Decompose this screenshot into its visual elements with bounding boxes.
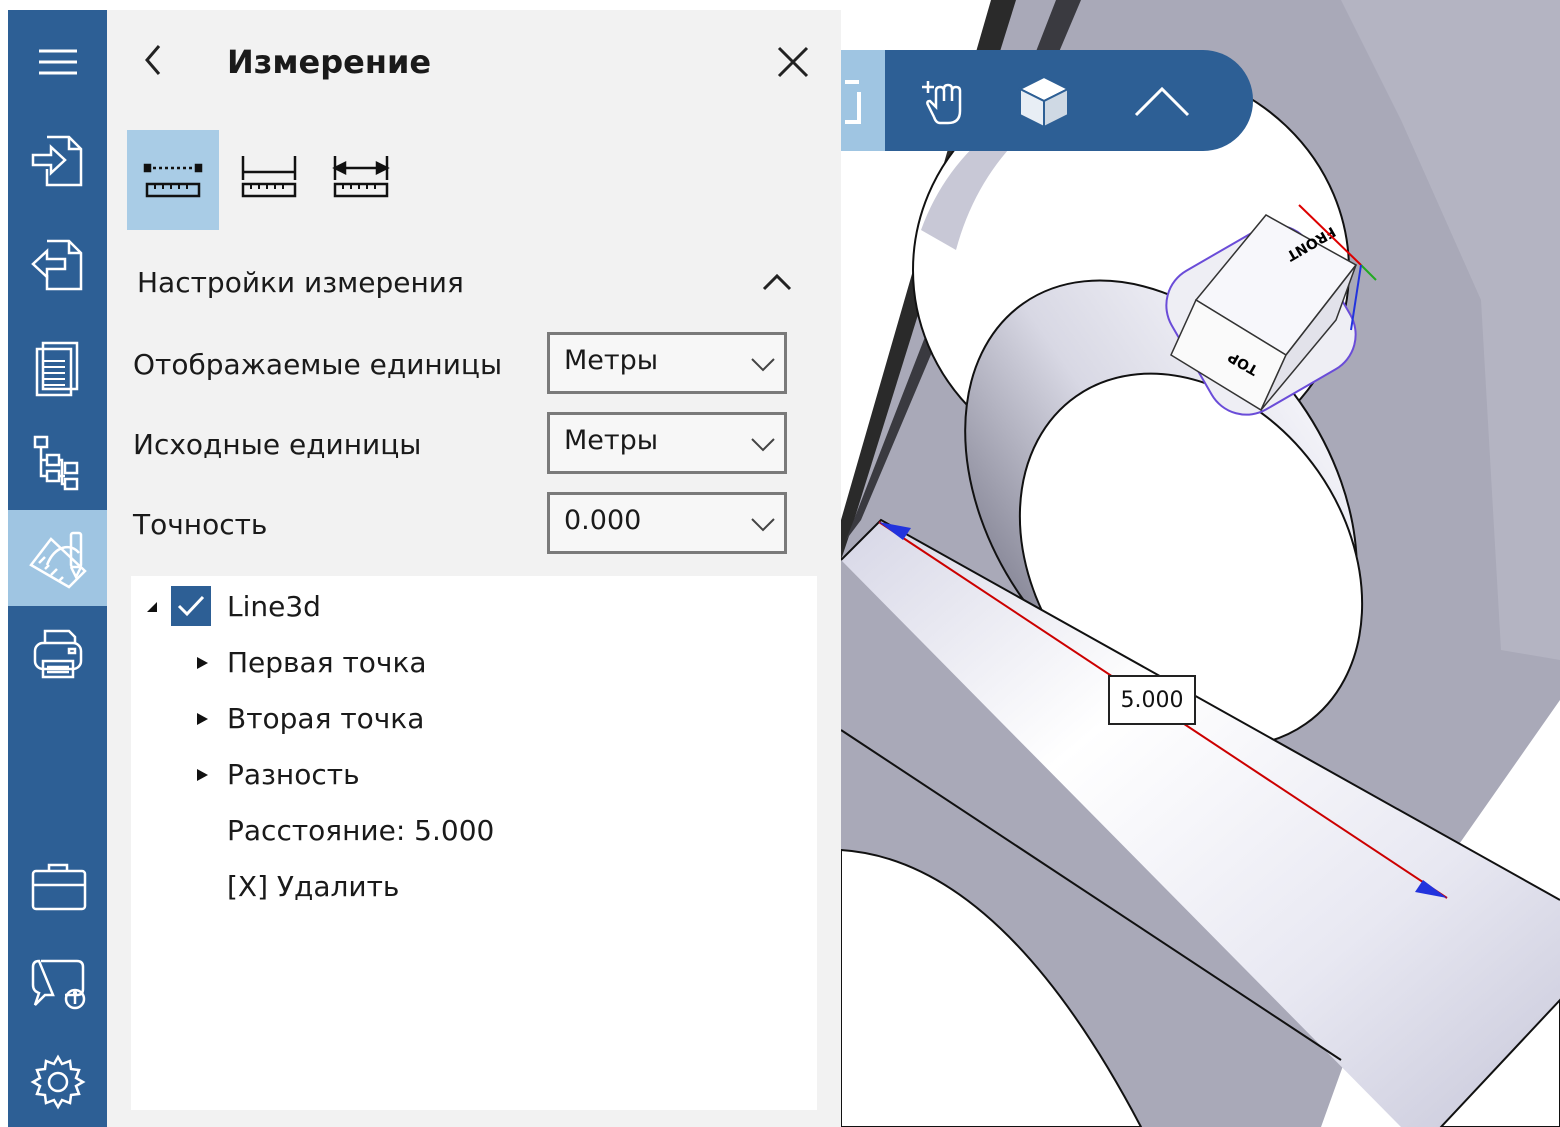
chevron-down-icon <box>751 438 775 452</box>
mode-point-to-point[interactable] <box>127 130 219 230</box>
mode-edge[interactable] <box>223 130 315 230</box>
document-button[interactable] <box>8 320 107 416</box>
toolbar-selected-tool[interactable] <box>841 50 885 151</box>
measure-icon <box>28 531 87 589</box>
menu-icon <box>38 49 77 75</box>
tree-structure-icon <box>33 435 78 491</box>
display-units-select[interactable]: Метры <box>547 332 787 394</box>
display-units-label: Отображаемые единицы <box>133 348 503 381</box>
delete-measurement-link[interactable]: [X] Удалить <box>227 870 399 903</box>
print-button[interactable] <box>8 606 107 702</box>
settings-section-title: Настройки измерения <box>137 266 464 299</box>
toolbox-button[interactable] <box>8 836 107 932</box>
measurement-value-label: 5.000 <box>1108 675 1196 725</box>
measurement-tree: Line3d Первая точка Вторая точка Разност… <box>131 576 817 1110</box>
collapsed-triangle-icon[interactable] <box>195 712 209 726</box>
checkmark-icon <box>177 595 205 617</box>
chevron-down-icon <box>751 358 775 372</box>
document-icon <box>35 341 78 397</box>
briefcase-icon <box>31 863 86 911</box>
precision-select[interactable]: 0.000 <box>547 492 787 554</box>
view-cube-icon <box>1017 75 1071 129</box>
back-button[interactable] <box>135 40 171 80</box>
collapse-settings-button[interactable] <box>757 264 797 300</box>
export-icon <box>30 239 82 291</box>
menu-button[interactable] <box>8 14 107 110</box>
structure-tree-button[interactable] <box>8 414 107 510</box>
model-scene: FRONT TOP <box>841 0 1560 1127</box>
display-units-value: Метры <box>564 345 659 376</box>
select-tool-icon <box>845 80 861 124</box>
tree-item-line3d[interactable]: Line3d <box>227 590 321 623</box>
collapsed-triangle-icon[interactable] <box>195 656 209 670</box>
tree-item-first-point[interactable]: Первая точка <box>227 646 427 679</box>
viewport-toolbar <box>841 50 1253 151</box>
precision-value: 0.000 <box>564 505 642 536</box>
tree-item-second-point[interactable]: Вторая точка <box>227 702 424 735</box>
feedback-button[interactable] <box>8 934 107 1030</box>
pan-button[interactable] <box>905 66 975 136</box>
panel-title: Измерение <box>227 43 432 81</box>
collapse-toolbar-button[interactable] <box>1127 66 1197 136</box>
point-to-point-ruler-icon <box>143 163 203 198</box>
export-button[interactable] <box>8 216 107 312</box>
mode-distance[interactable] <box>315 130 407 230</box>
pan-hand-icon <box>922 81 962 125</box>
settings-button[interactable] <box>8 1034 107 1127</box>
gear-icon <box>29 1054 86 1110</box>
measure-tool-button[interactable] <box>8 510 107 606</box>
collapsed-triangle-icon[interactable] <box>195 768 209 782</box>
edge-ruler-icon <box>241 156 297 198</box>
import-button[interactable] <box>8 112 107 208</box>
tree-item-difference[interactable]: Разность <box>227 758 360 791</box>
source-units-select[interactable]: Метры <box>547 412 787 474</box>
expanded-triangle-icon[interactable] <box>145 600 159 614</box>
tree-item-distance: Расстояние: 5.000 <box>227 814 495 847</box>
distance-ruler-icon <box>332 156 390 198</box>
feedback-icon <box>31 959 85 1010</box>
navigation-rail <box>8 10 107 1127</box>
close-icon <box>777 46 809 78</box>
chevron-up-icon <box>762 273 792 291</box>
3d-viewport[interactable]: FRONT TOP <box>841 0 1560 1127</box>
source-units-value: Метры <box>564 425 659 456</box>
line3d-checkbox[interactable] <box>171 586 211 626</box>
precision-label: Точность <box>133 508 268 541</box>
collapse-chevron-icon <box>1134 86 1190 117</box>
chevron-down-icon <box>751 518 775 532</box>
chevron-left-icon <box>145 45 161 75</box>
measurement-panel: Измерение Настройки измерения Отображаем… <box>107 10 841 1127</box>
print-icon <box>33 629 82 679</box>
source-units-label: Исходные единицы <box>133 428 422 461</box>
view-cube-button[interactable] <box>1009 66 1079 136</box>
close-button[interactable] <box>771 40 815 84</box>
import-icon <box>31 135 82 187</box>
